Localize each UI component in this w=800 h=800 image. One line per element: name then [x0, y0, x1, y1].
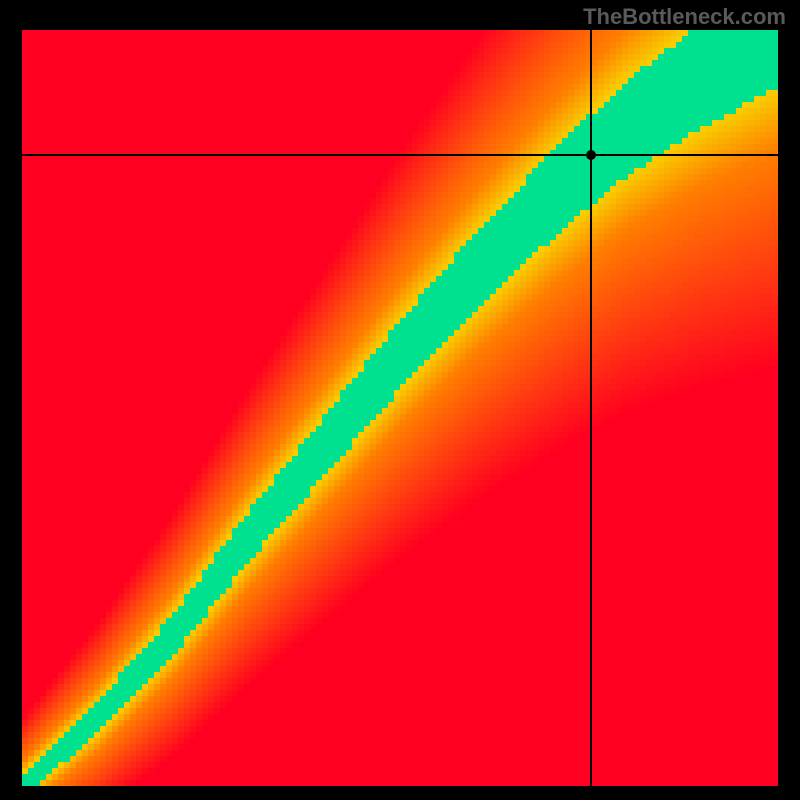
- heatmap-plot: [22, 30, 778, 786]
- heatmap-canvas: [22, 30, 778, 786]
- chart-root: TheBottleneck.com: [0, 0, 800, 800]
- attribution-label: TheBottleneck.com: [583, 4, 786, 30]
